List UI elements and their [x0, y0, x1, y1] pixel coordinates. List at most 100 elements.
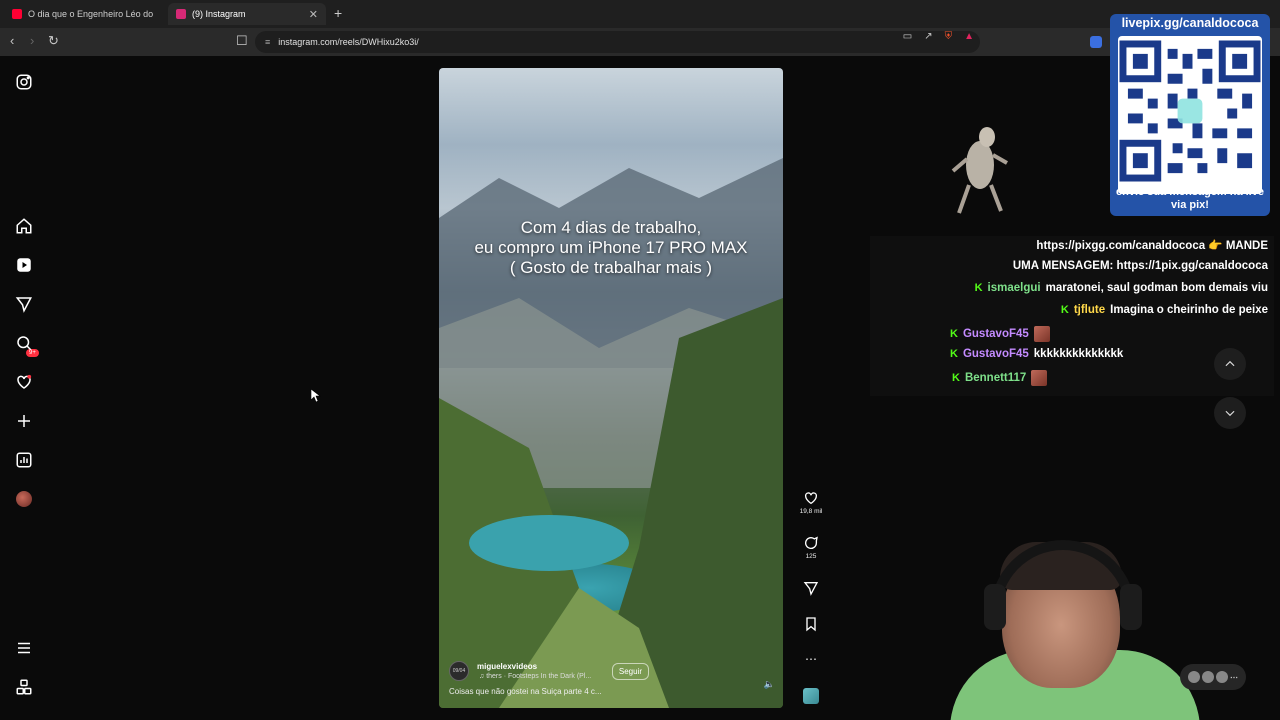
mountain-scenery — [439, 158, 783, 708]
extension-icon[interactable] — [1090, 36, 1102, 48]
next-reel-button[interactable] — [1214, 397, 1246, 429]
qr-code — [1118, 36, 1262, 194]
home-icon[interactable] — [14, 216, 34, 236]
comment-count: 125 — [805, 553, 817, 560]
reel-author-avatar[interactable]: 09/04 — [449, 661, 469, 681]
viewer-avatar — [1202, 671, 1214, 683]
save-button[interactable] — [796, 616, 826, 634]
music-title: thers · Footsteps In the Dark (Pl... — [486, 673, 592, 680]
profile-avatar[interactable] — [14, 489, 34, 509]
qr-title: livepix.gg/canaldococa — [1121, 16, 1259, 30]
tab-title: (9) Instagram — [192, 9, 246, 19]
browser-toolbar: ‹ › ↻ ☐ ≡ instagram.com/reels/DWHixu2ko3… — [0, 28, 1280, 56]
chat-username: tjflute — [1073, 304, 1106, 316]
volume-icon[interactable]: 🔈 — [764, 679, 775, 690]
chat-text: https://pixgg.com/canaldococa 👉 MANDE — [1036, 240, 1268, 252]
new-tab-button[interactable]: + — [334, 5, 342, 21]
more-icon: ⋯ — [1230, 672, 1238, 682]
streamer-webcam — [950, 540, 1200, 720]
chat-text: Imagina o cheirinho de peixe — [1110, 304, 1268, 316]
tab-instagram[interactable]: (9) Instagram ✕ — [168, 3, 326, 25]
like-count: 19,8 mil — [799, 508, 823, 515]
address-bar[interactable]: ≡ instagram.com/reels/DWHixu2ko3i/ — [255, 31, 980, 53]
cast-icon[interactable]: ▭ — [903, 31, 912, 42]
like-button[interactable]: 19,8 mil — [796, 490, 826, 515]
reload-icon[interactable]: ↻ — [48, 33, 59, 49]
reel-description[interactable]: Coisas que não gostei na Suiça parte 4 c… — [449, 687, 773, 696]
chevron-down-icon — [1225, 410, 1235, 417]
comment-button[interactable]: 125 — [796, 535, 826, 560]
tab-youtube[interactable]: O dia que o Engenheiro Léo do MBL — [4, 3, 164, 25]
bookmark-icon[interactable]: ☐ — [236, 33, 248, 49]
messages-icon[interactable] — [14, 294, 34, 314]
chat-message: K GustavoF45 kkkkkkkkkkkkkk — [950, 348, 1123, 360]
create-icon[interactable] — [14, 411, 34, 431]
kick-icon: K — [952, 372, 960, 384]
search-icon[interactable] — [14, 333, 34, 353]
chat-message: UMA MENSAGEM: https://1pix.gg/canaldococ… — [1013, 260, 1268, 272]
url-text: instagram.com/reels/DWHixu2ko3i/ — [278, 37, 419, 47]
chat-text: maratonei, saul godman bom demais viu — [1045, 282, 1268, 294]
wolf-animation — [951, 127, 1008, 214]
brave-shield-icon[interactable]: ⛨ — [945, 31, 953, 42]
notifications-icon[interactable] — [14, 372, 34, 392]
instagram-logo-icon[interactable] — [14, 72, 34, 92]
instagram-favicon-icon — [176, 9, 186, 19]
heart-icon — [805, 492, 817, 505]
menu-icon[interactable] — [14, 638, 34, 658]
chat-username: Bennett117 — [964, 372, 1027, 384]
tab-title: O dia que o Engenheiro Léo do MBL — [28, 9, 156, 19]
youtube-favicon-icon — [12, 9, 22, 19]
viewer-avatar — [1188, 671, 1200, 683]
back-icon[interactable]: ‹ — [10, 33, 14, 48]
forward-icon[interactable]: › — [30, 33, 34, 48]
headset-ear-left — [984, 584, 1006, 630]
qr-code-image — [1119, 40, 1261, 182]
mouse-cursor-icon — [311, 389, 321, 403]
chat-message: K tjflute Imagina o cheirinho de peixe — [1061, 304, 1268, 316]
address-bar-actions: ▭ ↗ ⛨ ▲ — [903, 31, 974, 42]
chevron-up-icon — [1225, 360, 1235, 367]
reel-video[interactable]: Com 4 dias de trabalho, eu compro um iPh… — [439, 68, 783, 708]
send-icon — [803, 582, 819, 596]
close-tab-icon[interactable]: ✕ — [309, 8, 318, 21]
more-apps-icon[interactable] — [14, 677, 34, 697]
share-icon[interactable]: ↗ — [924, 31, 932, 42]
kick-icon: K — [950, 328, 958, 340]
viewer-avatars[interactable]: ⋯ — [1180, 664, 1246, 690]
reel-caption: Com 4 dias de trabalho, eu compro um iPh… — [439, 218, 783, 278]
kick-icon: K — [1060, 304, 1069, 316]
comment-icon — [805, 536, 818, 549]
brave-rewards-icon[interactable]: ▲ — [964, 31, 974, 42]
headset-ear-right — [1120, 584, 1142, 630]
dashboard-icon[interactable] — [14, 450, 34, 470]
reel-username[interactable]: miguelexvideos — [477, 662, 537, 671]
chat-message: K GustavoF45 — [950, 326, 1050, 342]
caption-line: ( Gosto de trabalhar mais ) — [509, 258, 713, 277]
reel-info: 09/04 miguelexvideos Seguir ♫ thers · Fo… — [449, 661, 773, 696]
share-button[interactable] — [796, 580, 826, 598]
follow-button[interactable]: Seguir — [611, 662, 649, 680]
bookmark-icon — [806, 617, 816, 632]
chat-message: https://pixgg.com/canaldococa 👉 MANDE — [1036, 238, 1268, 252]
caption-line: Com 4 dias de trabalho, — [520, 218, 702, 237]
previous-reel-button[interactable] — [1214, 348, 1246, 380]
more-options-icon[interactable]: ⋯ — [796, 652, 826, 666]
chat-message: K Bennett117 — [952, 370, 1048, 386]
chat-username: GustavoF45 — [962, 328, 1029, 340]
site-info-icon[interactable]: ≡ — [265, 37, 270, 47]
kick-icon: K — [974, 282, 983, 294]
chat-text: UMA MENSAGEM: https://1pix.gg/canaldococ… — [1012, 260, 1268, 272]
chat-username: GustavoF45 — [962, 348, 1029, 360]
kick-icon: K — [950, 348, 958, 360]
audio-thumbnail[interactable] — [803, 688, 819, 704]
caption-line: eu compro um iPhone 17 PRO MAX — [474, 238, 748, 257]
chat-message: K ismaelgui maratonei, saul godman bom d… — [975, 282, 1268, 294]
viewer-avatar — [1216, 671, 1228, 683]
instagram-sidebar: 9+ — [0, 56, 48, 720]
qr-footer: envie sua mensagem na live via pix! — [1116, 186, 1264, 211]
chat-emote — [1033, 326, 1050, 342]
reels-icon[interactable] — [14, 255, 34, 275]
reel-music[interactable]: ♫ thers · Footsteps In the Dark (Pl... — [479, 673, 591, 680]
chat-emote — [1031, 370, 1048, 386]
